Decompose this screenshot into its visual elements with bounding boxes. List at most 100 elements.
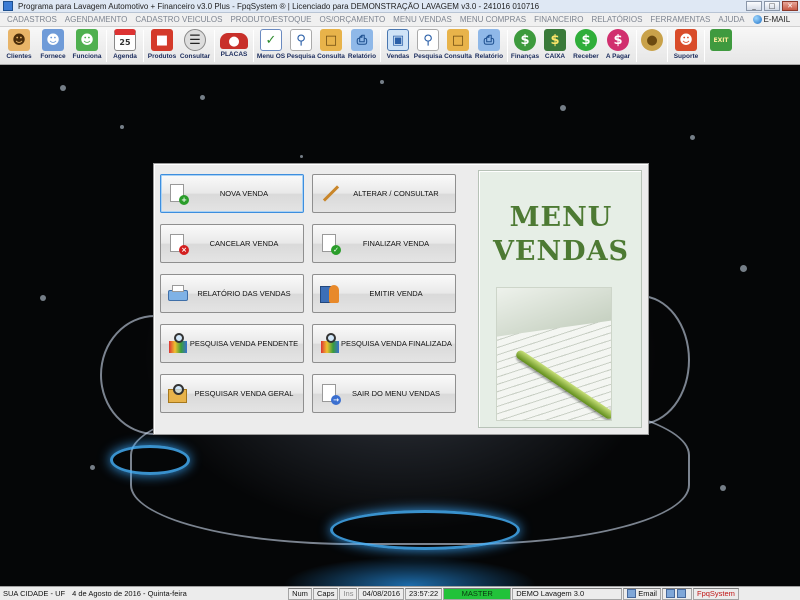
- status-num: Num: [288, 587, 312, 600]
- water-splash: [560, 105, 566, 111]
- menu-compras[interactable]: MENU COMPRAS: [456, 15, 530, 24]
- toolbar-consulta-os-button[interactable]: □ Consulta: [316, 28, 346, 64]
- menu-relatorios[interactable]: RELATÓRIOS: [587, 15, 646, 24]
- toolbar-label: Funciona: [72, 53, 102, 60]
- nova-venda-button[interactable]: + NOVA VENDA: [160, 174, 304, 213]
- close-button[interactable]: ✕: [782, 1, 798, 11]
- coins-icon: ●: [641, 29, 663, 51]
- toolbar-coin-button[interactable]: ●: [639, 28, 665, 64]
- button-label: SAIR DO MENU VENDAS: [352, 389, 440, 398]
- status-master: MASTER: [443, 587, 512, 600]
- button-label: PESQUISA VENDA FINALIZADA: [341, 339, 452, 348]
- button-label: NOVA VENDA: [219, 189, 269, 198]
- status-email-label: Email: [638, 589, 657, 598]
- menu-cadastros[interactable]: CADASTROS: [3, 15, 61, 24]
- button-label: PESQUISA VENDA PENDENTE: [189, 339, 299, 348]
- toolbar-relatorio-os-button[interactable]: ⎙ Relatório: [346, 28, 378, 64]
- status-date: 04/08/2016: [358, 587, 405, 600]
- search-finished-icon: [319, 332, 341, 355]
- toolbar-pesquisa-os-button[interactable]: ⚲ Pesquisa: [286, 28, 316, 64]
- supplier-icon: ☻: [42, 29, 64, 51]
- toolbar-exit-button[interactable]: EXIT: [707, 28, 735, 64]
- toolbar-separator: [106, 30, 107, 62]
- panel-title-line1: MENU: [509, 202, 613, 233]
- relatorio-vendas-button[interactable]: RELATÓRIO DAS VENDAS: [160, 274, 304, 313]
- title-bar: Programa para Lavagem Automotivo + Finan…: [0, 0, 800, 13]
- toolbar-relatorio-vendas-button[interactable]: ⎙ Relatório: [473, 28, 505, 64]
- toolbar-consulta-vendas-button[interactable]: □ Consulta: [443, 28, 473, 64]
- button-label: PESQUISAR VENDA GERAL: [194, 389, 294, 398]
- menu-bar: CADASTROS AGENDAMENTO CADASTRO VEICULOS …: [0, 13, 800, 27]
- globe-icon: [752, 15, 762, 24]
- button-label: FINALIZAR VENDA: [362, 239, 430, 248]
- water-splash: [740, 265, 747, 272]
- printer-icon: [167, 283, 189, 305]
- search-pending-icon: [167, 332, 189, 355]
- pesquisa-venda-pendente-button[interactable]: PESQUISA VENDA PENDENTE: [160, 324, 304, 363]
- toolbar-funciona-button[interactable]: ☻ Funciona: [70, 28, 104, 64]
- status-time: 23:57:22: [405, 587, 443, 600]
- network-icon: [665, 589, 675, 598]
- water-splash: [60, 85, 66, 91]
- exit-icon: EXIT: [710, 29, 732, 51]
- toolbar-produtos-button[interactable]: ■ Produtos: [146, 28, 178, 64]
- water-splash: [120, 125, 124, 129]
- toolbar-receber-button[interactable]: $ Receber: [570, 28, 602, 64]
- water-splash: [40, 295, 46, 301]
- toolbar-label: Suporte: [673, 53, 699, 60]
- toolbar-label: Relatório: [474, 53, 504, 60]
- menu-cadastro-veiculos[interactable]: CADASTRO VEICULOS: [131, 15, 226, 24]
- toolbar-label: CAIXA: [544, 53, 566, 60]
- toolbar-agenda-button[interactable]: 25 Agenda: [109, 28, 141, 64]
- menu-financeiro[interactable]: FINANCEIRO: [530, 15, 587, 24]
- toolbar-separator: [380, 30, 381, 62]
- menu-produto-estoque[interactable]: PRODUTO/ESTOQUE: [226, 15, 315, 24]
- status-brand: FpqSystem: [692, 587, 739, 600]
- status-date-long: 4 de Agosto de 2016 - Quinta-feira: [72, 589, 187, 598]
- emitir-venda-button[interactable]: EMITIR VENDA: [312, 274, 456, 313]
- alterar-consultar-button[interactable]: ALTERAR / CONSULTAR: [312, 174, 456, 213]
- toolbar-financas-button[interactable]: $ Finanças: [510, 28, 540, 64]
- sair-menu-vendas-button[interactable]: → SAIR DO MENU VENDAS: [312, 374, 456, 413]
- menu-os-orcamento[interactable]: OS/ORÇAMENTO: [316, 15, 390, 24]
- menu-vendas-panel: MENU VENDAS: [478, 170, 642, 428]
- users-icon: ☻: [8, 29, 30, 51]
- menu-vendas-dialog: + NOVA VENDA ALTERAR / CONSULTAR × CANCE…: [153, 163, 649, 435]
- menu-agendamento[interactable]: AGENDAMENTO: [61, 15, 132, 24]
- toolbar-placas-button[interactable]: ● PLACAS: [217, 28, 251, 64]
- toolbar-separator: [704, 30, 705, 62]
- pesquisa-venda-finalizada-button[interactable]: PESQUISA VENDA FINALIZADA: [312, 324, 456, 363]
- panel-title-line2: VENDAS: [492, 236, 630, 267]
- menu-ajuda[interactable]: AJUDA: [714, 15, 748, 24]
- support-icon: ☻: [675, 29, 697, 51]
- headlight-glow: [110, 445, 190, 475]
- toolbar-pesquisa-vendas-button[interactable]: ⚲ Pesquisa: [413, 28, 443, 64]
- folder-icon: □: [447, 29, 469, 51]
- cancelar-venda-button[interactable]: × CANCELAR VENDA: [160, 224, 304, 263]
- toolbar-clientes-button[interactable]: ☻ Clientes: [2, 28, 36, 64]
- search-icon: ⚲: [417, 29, 439, 51]
- maximize-button[interactable]: □: [764, 1, 780, 11]
- pesquisar-venda-geral-button[interactable]: PESQUISAR VENDA GERAL: [160, 374, 304, 413]
- toolbar-suporte-button[interactable]: ☻ Suporte: [670, 28, 702, 64]
- menu-vendas[interactable]: MENU VENDAS: [389, 15, 456, 24]
- menu-ferramentas[interactable]: FERRAMENTAS: [646, 15, 714, 24]
- toolbar-label: Agenda: [113, 53, 137, 60]
- status-email[interactable]: Email: [623, 587, 661, 600]
- toolbar-fornece-button[interactable]: ☻ Fornece: [36, 28, 70, 64]
- toolbar-label: Menu OS: [256, 53, 286, 60]
- toolbar-caixa-button[interactable]: $ CAIXA: [540, 28, 570, 64]
- button-label: ALTERAR / CONSULTAR: [353, 189, 439, 198]
- status-network-icons: [661, 587, 692, 600]
- new-document-icon: +: [167, 183, 189, 205]
- money-bag-icon: $: [514, 29, 536, 51]
- toolbar-consultar-button[interactable]: ☰ Consultar: [178, 28, 212, 64]
- minimize-button[interactable]: _: [746, 1, 762, 11]
- menu-email[interactable]: E-MAIL: [749, 15, 795, 24]
- status-location: SUA CIDADE - UF: [3, 589, 66, 598]
- toolbar-menu-os-button[interactable]: ✓ Menu OS: [256, 28, 286, 64]
- toolbar-a-pagar-button[interactable]: $ A Pagar: [602, 28, 634, 64]
- water-splash: [300, 155, 303, 158]
- finalizar-venda-button[interactable]: ✓ FINALIZAR VENDA: [312, 224, 456, 263]
- toolbar-vendas-button[interactable]: ▣ Vendas: [383, 28, 413, 64]
